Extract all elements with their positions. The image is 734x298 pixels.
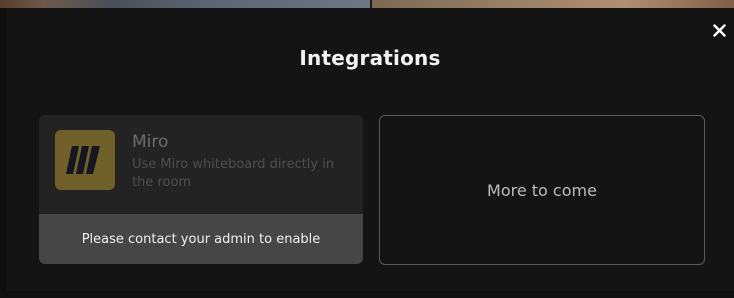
more-to-come-card: More to come	[379, 115, 705, 265]
integration-card-miro: Miro Use Miro whiteboard directly in the…	[39, 115, 363, 264]
enable-notice: Please contact your admin to enable	[39, 214, 363, 264]
modal-title: Integrations	[299, 46, 441, 70]
video-tile-left	[0, 0, 370, 8]
more-to-come-label: More to come	[487, 180, 597, 200]
integration-description: Use Miro whiteboard directly in the room	[132, 157, 335, 190]
background-video-strip	[0, 0, 734, 8]
video-tile-right	[372, 0, 734, 8]
miro-logo-icon	[55, 130, 115, 190]
integrations-modal: Integrations Miro Use Miro whiteboard di…	[6, 8, 734, 291]
close-button[interactable]	[706, 18, 732, 42]
integration-name: Miro	[132, 132, 169, 152]
close-icon	[712, 23, 726, 37]
